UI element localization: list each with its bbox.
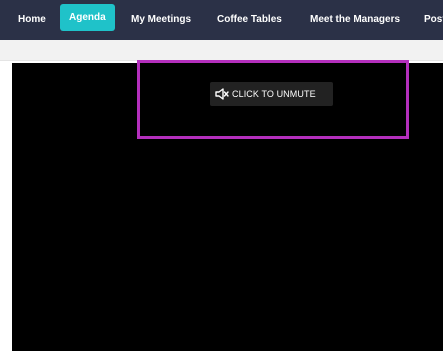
highlight-annotation-box (137, 60, 409, 139)
sub-header-bar (0, 40, 443, 61)
nav-item-post[interactable]: Post (424, 0, 443, 40)
nav-item-meet-the-managers[interactable]: Meet the Managers (310, 0, 400, 40)
top-navigation-bar: Home Agenda My Meetings Coffee Tables Me… (0, 0, 443, 40)
nav-item-home[interactable]: Home (18, 0, 46, 40)
nav-item-agenda[interactable]: Agenda (60, 4, 115, 31)
nav-item-coffee-tables[interactable]: Coffee Tables (217, 0, 282, 40)
nav-item-my-meetings[interactable]: My Meetings (131, 0, 191, 40)
